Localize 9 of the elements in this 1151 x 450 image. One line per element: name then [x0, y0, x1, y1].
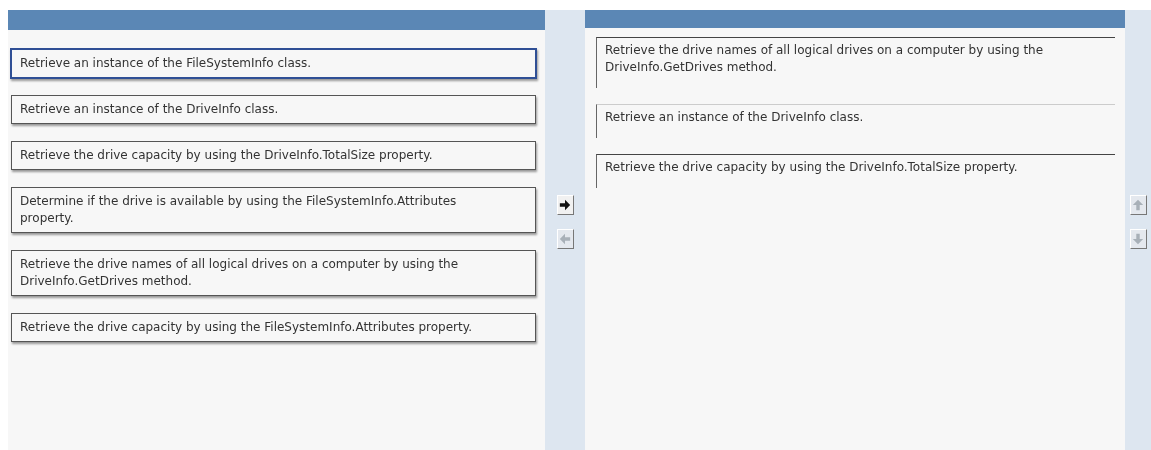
answer-item[interactable]: Retrieve an instance of the DriveInfo class.: [596, 104, 1115, 138]
source-item[interactable]: Retrieve the drive names of all logical drives on a computer by using the DriveInfo.GetDrives method.: [11, 250, 536, 296]
source-item[interactable]: Retrieve the drive capacity by using the DriveInfo.TotalSize property.: [11, 141, 536, 170]
source-item[interactable]: Retrieve the drive capacity by using the FileSystemInfo.Attributes property.: [11, 313, 536, 342]
source-item[interactable]: Determine if the drive is available by using the FileSystemInfo.Attributes property.: [11, 187, 536, 233]
source-item[interactable]: Retrieve an instance of the FileSystemInfo class.: [10, 48, 537, 79]
answer-item[interactable]: Retrieve the drive capacity by using the DriveInfo.TotalSize property.: [596, 154, 1115, 188]
answer-item[interactable]: Retrieve the drive names of all logical drives on a computer by using the DriveInfo.GetDrives method.: [596, 37, 1115, 88]
source-item[interactable]: Retrieve an instance of the DriveInfo class.: [11, 95, 536, 124]
